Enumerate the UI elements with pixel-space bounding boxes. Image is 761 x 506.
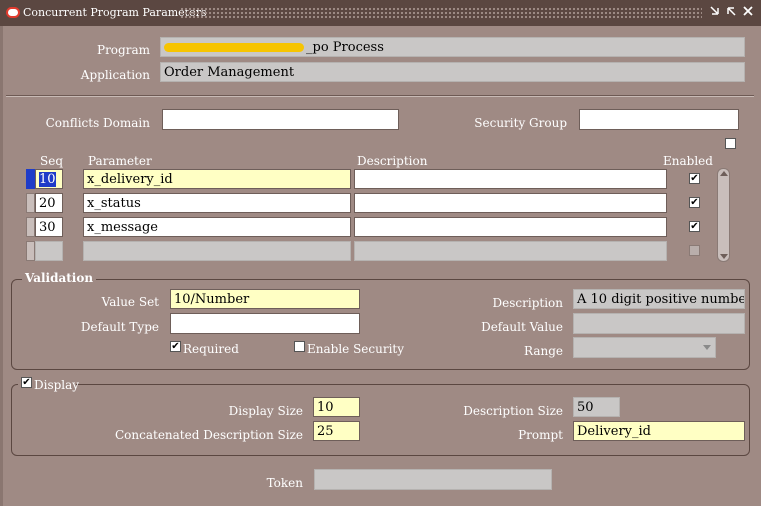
- divider: [6, 95, 754, 97]
- window-title: Concurrent Program Parameters: [23, 6, 207, 19]
- range-label: Range: [524, 344, 563, 358]
- value-set-label: Value Set: [101, 295, 159, 309]
- parameter-field[interactable]: x_status: [83, 193, 351, 213]
- seq-field[interactable]: 30: [35, 217, 63, 237]
- row-selector[interactable]: [26, 193, 35, 213]
- validation-group-title: Validation: [22, 271, 97, 285]
- seq-field[interactable]: 20: [35, 193, 63, 213]
- multirow-indicator-checkbox[interactable]: [725, 138, 736, 149]
- redaction-mark: [164, 43, 304, 52]
- description-field[interactable]: [354, 241, 667, 261]
- row-selector[interactable]: [26, 241, 35, 261]
- display-size-field[interactable]: 10: [313, 397, 360, 417]
- concatenated-description-size-label: Concatenated Description Size: [114, 428, 303, 442]
- close-icon[interactable]: [741, 4, 755, 20]
- validation-description-field[interactable]: A 10 digit positive number fi: [573, 289, 745, 309]
- security-group-label: Security Group: [474, 116, 567, 130]
- default-type-label: Default Type: [80, 320, 159, 334]
- description-size-field[interactable]: 50: [573, 397, 620, 417]
- scroll-up-arrow-icon[interactable]: [720, 171, 728, 176]
- parameter-field[interactable]: x_delivery_id: [83, 169, 351, 189]
- enable-security-label: Enable Security: [307, 342, 405, 356]
- range-select[interactable]: [573, 337, 716, 358]
- row-selector[interactable]: [26, 169, 35, 189]
- row-selector[interactable]: [26, 217, 35, 237]
- default-type-field[interactable]: [170, 313, 360, 334]
- seq-field[interactable]: [35, 241, 63, 261]
- chevron-down-icon: [703, 345, 711, 350]
- background-window-edge: [0, 26, 3, 506]
- conflicts-domain-field[interactable]: [162, 109, 399, 130]
- enable-security-checkbox[interactable]: [294, 341, 305, 352]
- column-seq: Seq: [40, 154, 64, 168]
- program-field[interactable]: _po Process: [160, 37, 745, 57]
- default-value-label: Default Value: [481, 320, 563, 334]
- parameter-field[interactable]: x_message: [83, 217, 351, 237]
- default-value-field[interactable]: [573, 313, 745, 334]
- application-field[interactable]: Order Management: [160, 62, 745, 82]
- value-set-field[interactable]: 10/Number: [170, 289, 360, 309]
- security-group-field[interactable]: [579, 109, 739, 130]
- required-label: Required: [183, 342, 239, 356]
- program-label: Program: [97, 43, 150, 57]
- description-field[interactable]: [354, 193, 667, 213]
- enabled-checkbox[interactable]: ✔: [689, 221, 700, 232]
- prompt-field[interactable]: Delivery_id: [573, 421, 745, 441]
- oracle-logo-icon: [6, 7, 20, 18]
- enabled-checkbox[interactable]: ✔: [689, 197, 700, 208]
- column-description: Description: [357, 154, 428, 168]
- application-label: Application: [80, 68, 150, 82]
- program-value: _po Process: [306, 40, 384, 55]
- description-size-label: Description Size: [463, 404, 563, 418]
- prompt-label: Prompt: [518, 428, 563, 442]
- display-checkbox[interactable]: ✔: [21, 377, 32, 388]
- parameter-field[interactable]: [83, 241, 351, 261]
- required-checkbox[interactable]: ✔: [170, 341, 181, 352]
- token-field[interactable]: [314, 469, 552, 490]
- title-bar[interactable]: Concurrent Program Parameters: [0, 0, 761, 26]
- column-enabled: Enabled: [663, 154, 713, 168]
- minimize-icon[interactable]: [708, 4, 722, 20]
- enabled-checkbox[interactable]: ✔: [689, 173, 700, 184]
- enabled-checkbox[interactable]: [689, 245, 700, 256]
- description-field[interactable]: [354, 217, 667, 237]
- validation-description-label: Description: [492, 296, 563, 310]
- table-scrollbar[interactable]: [717, 168, 730, 262]
- seq-field[interactable]: 10: [35, 169, 63, 189]
- column-parameter: Parameter: [88, 154, 152, 168]
- concurrent-program-parameters-window: Concurrent Program Parameters Program _p…: [0, 0, 761, 506]
- conflicts-domain-label: Conflicts Domain: [45, 116, 150, 130]
- maximize-icon[interactable]: [724, 4, 738, 20]
- scroll-thumb[interactable]: [720, 199, 727, 223]
- display-label: Display: [34, 378, 80, 392]
- seq-value: 10: [39, 172, 56, 187]
- description-field[interactable]: [354, 169, 667, 189]
- title-bar-grip: [180, 7, 702, 19]
- display-size-label: Display Size: [228, 404, 303, 418]
- concatenated-description-size-field[interactable]: 25: [313, 421, 360, 441]
- token-label: Token: [266, 476, 303, 490]
- display-group: [11, 384, 750, 456]
- scroll-down-arrow-icon[interactable]: [720, 254, 728, 259]
